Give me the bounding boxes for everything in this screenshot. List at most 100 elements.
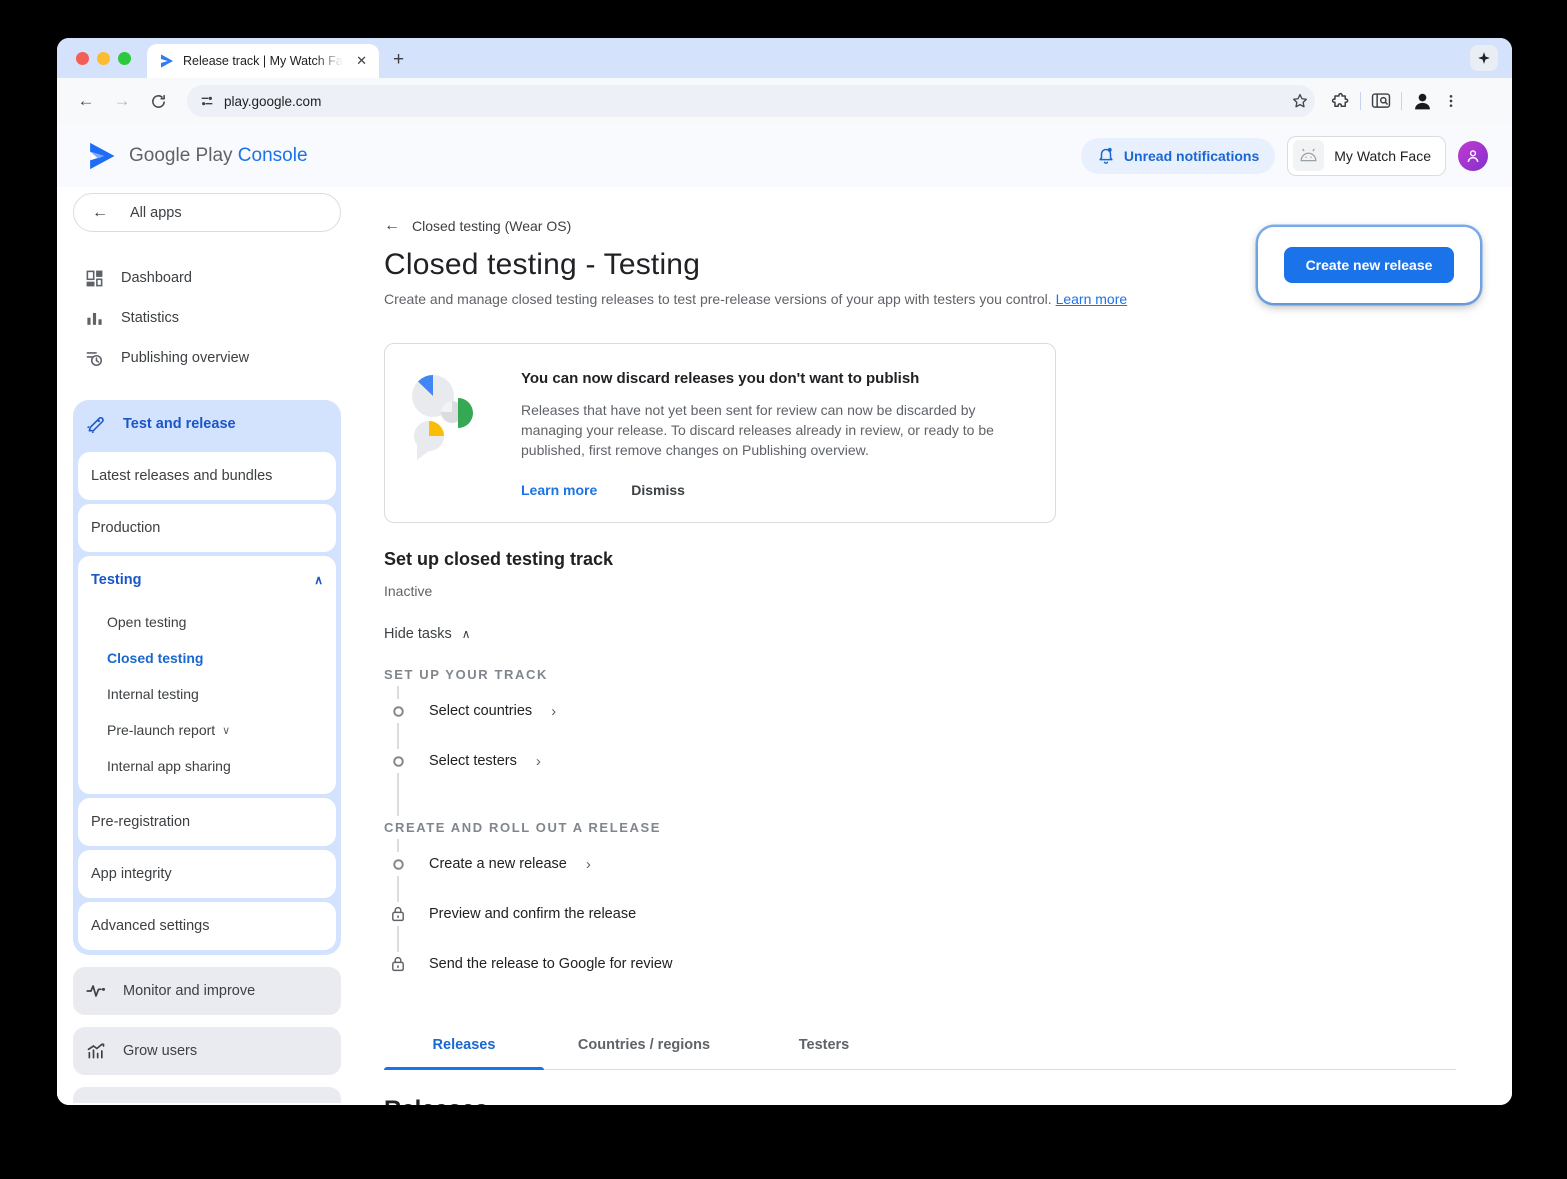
- bar-chart-icon: [85, 309, 104, 328]
- unread-notifications-label: Unread notifications: [1124, 148, 1259, 164]
- account-avatar[interactable]: [1458, 141, 1488, 171]
- breadcrumb-label: Closed testing (Wear OS): [412, 218, 571, 234]
- tab-releases[interactable]: Releases: [384, 1023, 544, 1069]
- sidebar-item-label: Pre-registration: [78, 798, 336, 846]
- testing-group-card: Testing ∧ Open testing Closed testing In…: [78, 556, 336, 794]
- close-window-button[interactable]: [76, 52, 89, 65]
- hide-tasks-label: Hide tasks: [384, 626, 452, 642]
- step-label: Create a new release: [429, 856, 567, 872]
- toolbar-actions: [1331, 91, 1459, 112]
- browser-tab-strip: Release track | My Watch Fac ✕ +: [57, 38, 1512, 78]
- tab-testers[interactable]: Testers: [744, 1023, 904, 1069]
- zoom-window-button[interactable]: [118, 52, 131, 65]
- extensions-icon[interactable]: [1331, 92, 1350, 111]
- sidebar-item-closed-testing[interactable]: Closed testing: [78, 640, 336, 676]
- hide-tasks-toggle[interactable]: Hide tasks ∧: [384, 626, 1456, 642]
- sidebar-item-label: Internal testing: [107, 686, 199, 702]
- sidebar-item-internal-app-sharing[interactable]: Internal app sharing: [78, 748, 336, 784]
- lock-icon: [384, 902, 412, 926]
- step-label: Send the release to Google for review: [429, 956, 672, 972]
- sidebar-item-advanced-settings[interactable]: Advanced settings: [78, 902, 336, 950]
- step-create-new-release[interactable]: Create a new release ›: [384, 839, 1456, 889]
- tab-close-icon[interactable]: ✕: [352, 51, 371, 71]
- banner-dismiss-button[interactable]: Dismiss: [631, 482, 685, 498]
- sparkle-icon[interactable]: [1470, 45, 1498, 71]
- sidebar-item-label: Closed testing: [107, 650, 203, 666]
- main-content: Create new release ← Closed testing (Wea…: [353, 187, 1512, 1105]
- chevron-right-icon: ›: [536, 753, 541, 770]
- sidebar-item-monitor-and-improve[interactable]: Monitor and improve: [73, 967, 341, 1015]
- section-label-create-release: CREATE AND ROLL OUT A RELEASE: [384, 816, 671, 839]
- rocket-icon: [86, 414, 106, 434]
- profile-icon[interactable]: [1412, 91, 1433, 112]
- browser-menu-icon[interactable]: [1443, 92, 1459, 110]
- sidebar-item-test-and-release[interactable]: Test and release: [78, 400, 336, 448]
- track-tabs: Releases Countries / regions Testers: [384, 1023, 1456, 1070]
- play-console-logo[interactable]: Google Play Console: [87, 140, 308, 172]
- step-send-release-for-review: Send the release to Google for review: [384, 939, 1456, 989]
- address-bar[interactable]: play.google.com: [187, 85, 1315, 117]
- step-circle-icon: [384, 699, 412, 723]
- chevron-down-icon: ∨: [222, 724, 230, 737]
- browser-window: Release track | My Watch Fac ✕ + ← →: [57, 38, 1512, 1105]
- step-select-testers[interactable]: Select testers ›: [384, 736, 1456, 786]
- window-controls: [76, 52, 131, 65]
- bookmark-star-icon[interactable]: [1291, 92, 1309, 110]
- sidebar-item-latest-releases[interactable]: Latest releases and bundles: [78, 452, 336, 500]
- sidebar-item-label: Testing: [91, 572, 141, 588]
- chevron-right-icon: ›: [551, 703, 556, 720]
- sidebar-item-label: Latest releases and bundles: [78, 452, 336, 500]
- sidebar-item-label: Grow users: [123, 1043, 197, 1059]
- url-text[interactable]: play.google.com: [224, 94, 1282, 109]
- banner-body: Releases that have not yet been sent for…: [521, 400, 1026, 460]
- unread-notifications-button[interactable]: Unread notifications: [1081, 138, 1275, 174]
- app-body: ← All apps Dashboard: [57, 187, 1512, 1105]
- sidebar-item-label: Test and release: [123, 416, 236, 432]
- all-apps-button[interactable]: ← All apps: [73, 193, 341, 232]
- sidebar-item-open-testing[interactable]: Open testing: [78, 604, 336, 640]
- lock-icon: [384, 952, 412, 976]
- back-icon[interactable]: ←: [71, 86, 101, 116]
- sidebar-item-pre-launch-report[interactable]: Pre-launch report ∨: [78, 712, 336, 748]
- sidebar-item-statistics[interactable]: Statistics: [73, 298, 341, 338]
- sidebar-item-label: Monitor and improve: [123, 983, 255, 999]
- sidebar-item-app-integrity[interactable]: App integrity: [78, 850, 336, 898]
- back-arrow-icon[interactable]: ←: [384, 217, 400, 235]
- sidebar-item-partial[interactable]: [73, 1087, 341, 1103]
- pulse-icon: [86, 983, 106, 999]
- setup-timeline: SET UP YOUR TRACK Select countries › Sel…: [384, 663, 1456, 989]
- description-learn-more-link[interactable]: Learn more: [1056, 291, 1128, 307]
- step-label: Preview and confirm the release: [429, 906, 636, 922]
- create-new-release-button[interactable]: Create new release: [1284, 247, 1455, 283]
- sidebar-item-label: Production: [78, 504, 336, 552]
- toolbar-separator: [1360, 92, 1361, 110]
- sidebar-item-pre-registration[interactable]: Pre-registration: [78, 798, 336, 846]
- sidebar-item-label: Internal app sharing: [107, 758, 231, 774]
- tab-countries-regions[interactable]: Countries / regions: [544, 1023, 744, 1069]
- sidebar-item-label: Open testing: [107, 614, 186, 630]
- growth-chart-icon: [86, 1042, 106, 1060]
- minimize-window-button[interactable]: [97, 52, 110, 65]
- app-selector[interactable]: My Watch Face: [1287, 136, 1446, 176]
- brand-google-play: Google Play: [129, 145, 233, 166]
- new-tab-button[interactable]: +: [393, 49, 404, 71]
- banner-learn-more-link[interactable]: Learn more: [521, 482, 597, 498]
- chevron-up-icon: ∧: [462, 627, 471, 641]
- forward-icon[interactable]: →: [107, 86, 137, 116]
- sidebar-item-internal-testing[interactable]: Internal testing: [78, 676, 336, 712]
- sidebar-item-dashboard[interactable]: Dashboard: [73, 258, 341, 298]
- sidebar-item-testing[interactable]: Testing ∧: [78, 556, 336, 604]
- track-setup-heading: Set up closed testing track: [384, 549, 1456, 570]
- reload-icon[interactable]: [143, 86, 173, 116]
- sidebar-item-label: Pre-launch report: [107, 722, 215, 738]
- test-and-release-section: Test and release Latest releases and bun…: [73, 400, 341, 955]
- site-settings-icon[interactable]: [199, 93, 215, 109]
- sidebar-item-production[interactable]: Production: [78, 504, 336, 552]
- side-panel-search-icon[interactable]: [1371, 92, 1391, 110]
- browser-tab[interactable]: Release track | My Watch Fac ✕: [147, 44, 379, 78]
- tab-title: Release track | My Watch Fac: [183, 54, 343, 68]
- step-select-countries[interactable]: Select countries ›: [384, 686, 1456, 736]
- sidebar-item-publishing-overview[interactable]: Publishing overview: [73, 338, 341, 378]
- sidebar-item-grow-users[interactable]: Grow users: [73, 1027, 341, 1075]
- publishing-overview-icon: [85, 349, 104, 368]
